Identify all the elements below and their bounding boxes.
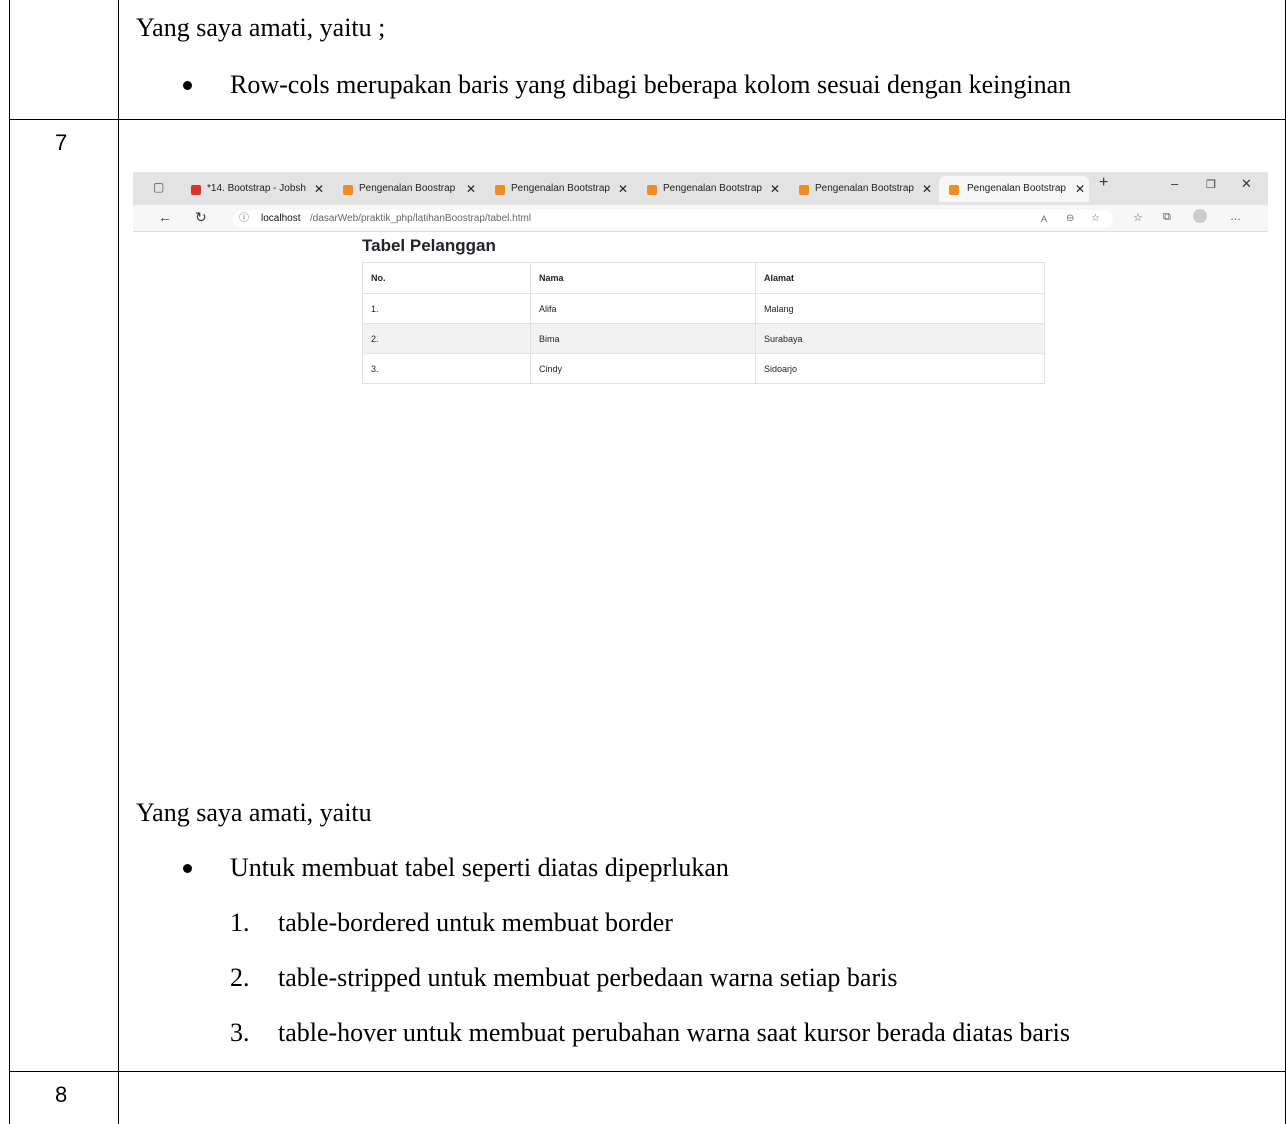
refresh-icon[interactable]: ↻	[195, 209, 207, 226]
close-window-icon[interactable]: ✕	[1241, 176, 1252, 192]
customer-table: No. Nama Alamat 1. Alifa Malang 2. Bima …	[362, 262, 1045, 384]
browser-tab-bar: ▢ *14. Bootstrap - Jobsh ✕ Pengenalan Bo…	[133, 172, 1268, 205]
observation-intro: Yang saya amati, yaitu	[136, 798, 372, 827]
favorite-icon[interactable]: ☆	[1091, 210, 1100, 228]
back-icon[interactable]: ←	[158, 209, 172, 225]
tab-actions-icon[interactable]: ▢	[153, 180, 164, 194]
new-tab-icon[interactable]: +	[1099, 174, 1108, 192]
xampp-icon	[949, 185, 959, 195]
table-border-left	[9, 0, 10, 1124]
more-icon[interactable]: …	[1230, 211, 1241, 223]
browser-screenshot: ▢ *14. Bootstrap - Jobsh ✕ Pengenalan Bo…	[133, 172, 1268, 657]
table-cell: Sidoarjo	[755, 353, 1045, 384]
tab-label: Pengenalan Bootstrap	[511, 183, 610, 194]
row-divider	[9, 119, 1286, 120]
table-header-row: No. Nama Alamat	[362, 262, 1045, 294]
favorites-icon[interactable]: ☆	[1133, 211, 1143, 224]
column-header: Alamat	[755, 262, 1045, 294]
xampp-icon	[799, 185, 809, 195]
table-row[interactable]: 2. Bima Surabaya	[362, 323, 1045, 354]
close-icon[interactable]: ✕	[618, 176, 628, 202]
close-icon[interactable]: ✕	[1075, 176, 1085, 202]
row-divider	[9, 1071, 1286, 1072]
table-cell: Bima	[530, 323, 756, 354]
table-cell: Malang	[755, 293, 1045, 324]
pdf-icon	[191, 185, 201, 195]
collections-icon[interactable]: ⧉	[1163, 211, 1171, 224]
url-field[interactable]: ⓘ localhost /dasarWeb/praktik_php/latiha…	[233, 210, 1113, 228]
numbered-item-number: 2.	[230, 963, 250, 992]
observation-bullet: Untuk membuat tabel seperti diatas dipep…	[230, 853, 729, 882]
row-number: 7	[55, 130, 68, 155]
tab-label: Pengenalan Bootstrap	[663, 183, 762, 194]
row-number: 8	[55, 1082, 68, 1107]
table-column-divider	[118, 0, 119, 1124]
numbered-item-text: table-bordered untuk membuat border	[278, 908, 673, 937]
xampp-icon	[647, 185, 657, 195]
table-cell: 3.	[362, 353, 531, 384]
table-row[interactable]: 3. Cindy Sidoarjo	[362, 353, 1045, 384]
table-cell: Surabaya	[755, 323, 1045, 354]
profile-icon[interactable]	[1193, 209, 1207, 223]
page-heading: Tabel Pelanggan	[362, 236, 496, 255]
restore-icon[interactable]: ❐	[1206, 178, 1216, 191]
numbered-item-number: 3.	[230, 1018, 250, 1047]
close-icon[interactable]: ✕	[466, 176, 476, 202]
observation-bullet: Row-cols merupakan baris yang dibagi beb…	[230, 70, 1072, 99]
table-row[interactable]: 1. Alifa Malang	[362, 293, 1045, 324]
read-aloud-icon[interactable]: A	[1041, 210, 1047, 228]
minimize-icon[interactable]: –	[1171, 176, 1178, 191]
close-icon[interactable]: ✕	[314, 176, 324, 202]
table-cell: 2.	[362, 323, 531, 354]
url-host: localhost	[261, 213, 301, 224]
numbered-item-text: table-stripped untuk membuat perbedaan w…	[278, 963, 898, 992]
table-cell: 1.	[362, 293, 531, 324]
column-header: No.	[362, 262, 531, 294]
observation-intro: Yang saya amati, yaitu ;	[136, 13, 386, 42]
zoom-icon[interactable]: ⊖	[1066, 210, 1074, 228]
tab-label: *14. Bootstrap - Jobsh	[207, 183, 306, 194]
address-bar: ← ↻ ⓘ localhost /dasarWeb/praktik_php/la…	[133, 205, 1268, 232]
browser-tab[interactable]: Pengenalan Bootstrap ✕	[639, 176, 780, 202]
browser-tab[interactable]: *14. Bootstrap - Jobsh ✕	[183, 176, 324, 202]
close-icon[interactable]: ✕	[770, 176, 780, 202]
xampp-icon	[343, 185, 353, 195]
column-header: Nama	[530, 262, 756, 294]
numbered-item-number: 1.	[230, 908, 250, 937]
browser-tab-active[interactable]: Pengenalan Bootstrap ✕	[939, 176, 1089, 202]
url-path: /dasarWeb/praktik_php/latihanBoostrap/ta…	[310, 213, 532, 224]
tab-label: Pengenalan Bootstrap	[815, 183, 914, 194]
tab-label: Pengenalan Bootstrap	[967, 183, 1066, 194]
xampp-icon	[495, 185, 505, 195]
browser-tab[interactable]: Pengenalan Bootstrap ✕	[791, 176, 932, 202]
bullet-dot	[183, 81, 192, 90]
close-icon[interactable]: ✕	[922, 176, 932, 202]
numbered-item-text: table-hover untuk membuat perubahan warn…	[278, 1018, 1070, 1047]
browser-tab[interactable]: Pengenalan Boostrap ✕	[335, 176, 476, 202]
browser-tab[interactable]: Pengenalan Bootstrap ✕	[487, 176, 628, 202]
tab-label: Pengenalan Boostrap	[359, 183, 456, 194]
bullet-dot	[183, 864, 192, 873]
table-cell: Alifa	[530, 293, 756, 324]
table-cell: Cindy	[530, 353, 756, 384]
info-icon[interactable]: ⓘ	[239, 210, 249, 228]
